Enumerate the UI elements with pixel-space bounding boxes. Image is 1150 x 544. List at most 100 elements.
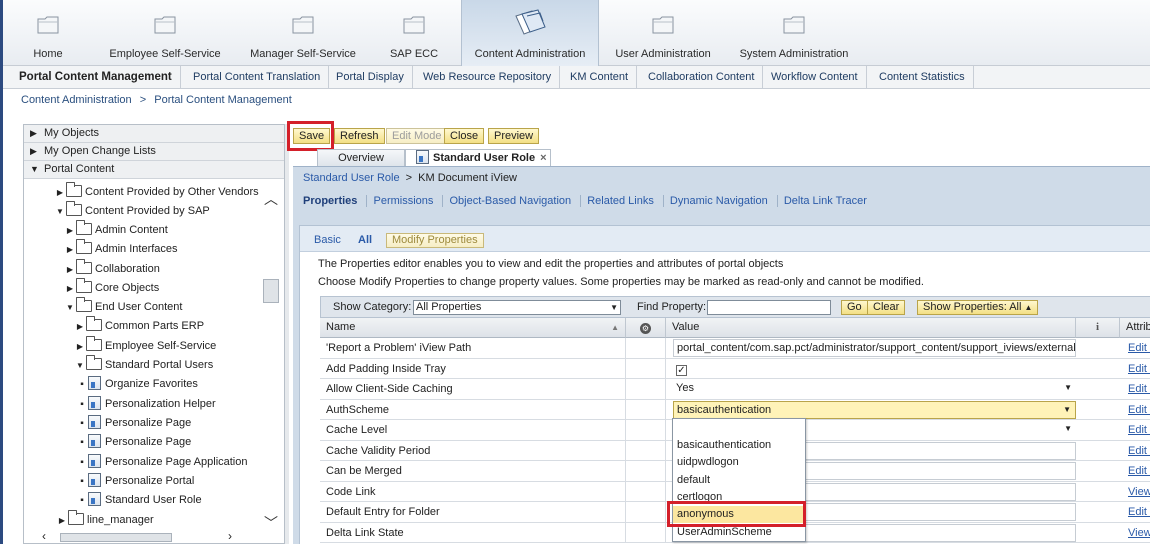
close-button[interactable]: Close — [444, 128, 485, 144]
tree-node[interactable]: ▶ Common Parts ERP — [74, 316, 204, 336]
tab-dynamic-navigation[interactable]: Dynamic Navigation — [662, 195, 774, 207]
nav-content-administration[interactable]: Content Administration — [461, 0, 599, 66]
subnav-content-statistics[interactable]: Content Statistics — [871, 66, 974, 88]
accordion-my-objects[interactable]: ▶ My Objects — [24, 125, 284, 143]
edit-attributes-link[interactable]: Edit at — [1128, 379, 1150, 399]
property-value-select[interactable]: Yes ▼ — [673, 380, 1076, 398]
tree-node[interactable]: ▶ Core Objects — [64, 278, 159, 298]
column-header-value[interactable]: Value — [666, 318, 1076, 338]
breadcrumb-item[interactable]: Content Administration — [21, 94, 132, 106]
show-category-select[interactable]: All Properties ▼ — [413, 300, 621, 315]
view-attributes-link[interactable]: View — [1128, 523, 1150, 543]
tree-leaf[interactable]: ▪ Personalize Page Application — [76, 453, 247, 471]
nav-system-administration[interactable]: System Administration — [739, 0, 849, 66]
collapse-arrow-icon[interactable]: ▼ — [54, 203, 66, 221]
expand-arrow-icon[interactable]: ▶ — [74, 338, 86, 356]
subnav-workflow-content[interactable]: Workflow Content — [763, 66, 867, 88]
tree-node[interactable]: ▶ Collaboration — [64, 259, 160, 279]
tree-node[interactable]: ▶ Admin Content — [64, 220, 168, 240]
edit-attributes-link[interactable]: Edit at — [1128, 338, 1150, 358]
go-button[interactable]: Go — [841, 300, 868, 315]
collapse-arrow-icon[interactable]: ▼ — [64, 299, 76, 317]
clear-button[interactable]: Clear — [867, 300, 906, 315]
nav-sap-ecc[interactable]: SAP ECC — [383, 0, 445, 66]
close-tab-icon[interactable]: × — [540, 152, 546, 164]
tree-node[interactable]: ▶ line_manager — [56, 510, 154, 530]
collapse-arrow-icon[interactable]: ▼ — [74, 357, 86, 375]
table-row[interactable]: Add Padding Inside Tray ✓ Edit at — [320, 358, 1150, 379]
expand-arrow-icon[interactable]: ▶ — [54, 184, 66, 202]
tree-horizontal-scrollbar[interactable]: ‹ › — [40, 529, 250, 543]
accordion-my-open-change-lists[interactable]: ▶ My Open Change Lists — [24, 143, 284, 161]
nav-employee-self-service[interactable]: Employee Self-Service — [107, 0, 223, 66]
column-header-attributes[interactable]: Attrib — [1120, 318, 1150, 338]
tree-node[interactable]: ▶ Content Provided by Other Vendors — [54, 182, 259, 202]
tree-node[interactable]: ▼ Standard Portal Users — [74, 355, 213, 375]
preview-button[interactable]: Preview — [488, 128, 540, 144]
find-property-input[interactable] — [707, 300, 831, 315]
subnav-web-resource-repository[interactable]: Web Resource Repository — [415, 66, 561, 88]
tab-delta-link-tracer[interactable]: Delta Link Tracer — [776, 195, 873, 207]
table-row[interactable]: Allow Client-Side Caching Yes▼ Edit at — [320, 379, 1150, 400]
edit-attributes-link[interactable]: Edit at — [1128, 441, 1150, 461]
expand-arrow-icon[interactable]: ▶ — [64, 280, 76, 298]
expand-arrow-icon[interactable]: ▶ — [56, 512, 68, 530]
panel-splitter[interactable] — [285, 124, 289, 544]
property-value-field[interactable]: portal_content/com.sap.pct/administrator… — [673, 339, 1076, 357]
scroll-thumb[interactable] — [60, 533, 172, 542]
tree-node[interactable]: ▶ Admin Interfaces — [64, 239, 178, 259]
accordion-portal-content[interactable]: ▼ Portal Content — [24, 161, 284, 179]
dropdown-option[interactable]: default — [673, 472, 805, 489]
tree-leaf[interactable]: ▪ Organize Favorites — [76, 375, 198, 393]
tree-node[interactable]: ▼ End User Content — [64, 297, 182, 317]
dropdown-option[interactable]: basicauthentication — [673, 437, 805, 454]
tree-leaf[interactable]: ▪ Personalize Page — [76, 433, 191, 451]
edit-attributes-link[interactable]: Edit at — [1128, 400, 1150, 420]
tab-properties[interactable]: Properties — [303, 195, 363, 207]
expand-arrow-icon[interactable]: ▶ — [74, 318, 86, 336]
subnav-portal-content-management[interactable]: Portal Content Management — [11, 66, 181, 88]
expand-arrow-icon[interactable]: ▶ — [64, 222, 76, 240]
show-properties-button[interactable]: Show Properties: All ▲ — [917, 300, 1039, 315]
tree-leaf[interactable]: ▪ Personalize Page — [76, 414, 191, 432]
tab-object-based-navigation[interactable]: Object-Based Navigation — [442, 195, 578, 207]
tab-overview[interactable]: Overview — [317, 149, 405, 167]
subnav-km-content[interactable]: KM Content — [562, 66, 638, 88]
table-row[interactable]: 'Report a Problem' iView Path portal_con… — [320, 338, 1150, 359]
breadcrumb-item[interactable]: Portal Content Management — [154, 94, 292, 106]
view-attributes-link[interactable]: View — [1128, 482, 1150, 502]
subnav-portal-content-translation[interactable]: Portal Content Translation — [185, 66, 330, 88]
basic-view-link[interactable]: Basic — [314, 234, 341, 246]
edit-attributes-link[interactable]: Edit at — [1128, 502, 1150, 522]
authscheme-select[interactable]: basicauthentication ▼ — [673, 400, 1076, 419]
table-row[interactable]: AuthScheme basicauthentication▼ Edit at — [320, 399, 1150, 420]
object-path-parent[interactable]: Standard User Role — [303, 172, 400, 184]
tree-node[interactable]: ▼ Content Provided by SAP — [54, 201, 210, 221]
tree-node[interactable]: ▶ Employee Self-Service — [74, 336, 216, 356]
edit-attributes-link[interactable]: Edit at — [1128, 359, 1150, 379]
checkbox[interactable]: ✓ — [676, 364, 687, 376]
edit-attributes-link[interactable]: Edit at — [1128, 461, 1150, 481]
tab-permissions[interactable]: Permissions — [366, 195, 440, 207]
tree-leaf[interactable]: ▪ Standard User Role — [76, 491, 202, 509]
expand-arrow-icon[interactable]: ▶ — [64, 261, 76, 279]
dropdown-option[interactable]: uidpwdlogon — [673, 454, 805, 471]
edit-attributes-link[interactable]: Edit at — [1128, 420, 1150, 440]
tab-related-links[interactable]: Related Links — [580, 195, 660, 207]
nav-home[interactable]: Home — [13, 0, 83, 66]
tree-leaf[interactable]: ▪ Personalize Portal — [76, 472, 194, 490]
all-view-link[interactable]: All — [358, 234, 372, 246]
tree-vertical-scrollbar[interactable]: ︿ ﹀ — [262, 181, 280, 531]
subnav-portal-display[interactable]: Portal Display — [328, 66, 413, 88]
scroll-thumb[interactable] — [263, 279, 279, 303]
column-header-name[interactable]: Name ▲ — [320, 318, 626, 338]
sort-icon[interactable]: ▲ — [611, 318, 619, 337]
tree-leaf[interactable]: ▪ Personalization Helper — [76, 395, 216, 413]
scroll-up-icon[interactable]: ︿ — [264, 192, 278, 207]
nav-manager-self-service[interactable]: Manager Self-Service — [247, 0, 359, 66]
nav-user-administration[interactable]: User Administration — [613, 0, 713, 66]
subnav-collaboration-content[interactable]: Collaboration Content — [640, 66, 764, 88]
expand-arrow-icon[interactable]: ▶ — [64, 241, 76, 259]
scroll-left-icon[interactable]: ‹ — [42, 529, 46, 543]
scroll-down-icon[interactable]: ﹀ — [264, 516, 278, 531]
